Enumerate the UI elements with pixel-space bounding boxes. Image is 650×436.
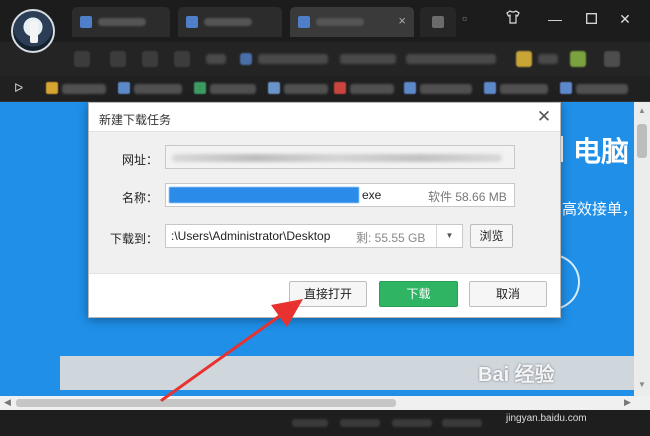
- browser-tab[interactable]: [178, 7, 282, 37]
- bookmark-favicon-icon: [194, 82, 206, 94]
- address-bar-blurred[interactable]: [258, 54, 328, 64]
- bookmark-item[interactable]: [576, 84, 628, 94]
- bookmark-item[interactable]: [62, 84, 106, 94]
- tab-title-blurred: [316, 18, 364, 26]
- tab-favicon-icon: [80, 16, 92, 28]
- watermark-url: jingyan.baidu.com: [506, 413, 587, 424]
- filename-extension: exe: [362, 188, 382, 202]
- new-tab-icon[interactable]: ▫: [462, 10, 467, 26]
- tab-title-blurred: [98, 18, 146, 26]
- dialog-title: 新建下载任务: [99, 113, 172, 127]
- vertical-scroll-thumb[interactable]: [637, 124, 647, 158]
- bookmark-item[interactable]: [210, 84, 256, 94]
- bookmark-favicon-icon: [560, 82, 572, 94]
- horizontal-scrollbar[interactable]: ◀ ▶: [0, 396, 650, 410]
- status-item-blurred: [292, 419, 328, 427]
- download-button[interactable]: 下载: [379, 281, 458, 307]
- extension-icon[interactable]: [516, 51, 532, 67]
- window-close-icon[interactable]: ✕: [616, 10, 634, 28]
- vertical-scrollbar[interactable]: ▲ ▼: [634, 102, 650, 396]
- file-type-size: 软件 58.66 MB: [428, 190, 507, 204]
- toolbar-blurred: [538, 54, 558, 64]
- free-space-value: 剩: 55.55 GB: [356, 231, 426, 245]
- bookmark-item[interactable]: [134, 84, 182, 94]
- watermark-logo: Bai 经验: [478, 364, 555, 386]
- bookmarks-bar: ᐅ: [0, 76, 650, 102]
- home-icon[interactable]: [174, 51, 190, 67]
- tab-title-blurred: [204, 18, 252, 26]
- open-directly-button[interactable]: 直接打开: [289, 281, 367, 307]
- page-subtitle: 高效接单，: [562, 201, 634, 218]
- bookmark-favicon-icon: [484, 82, 496, 94]
- bookmark-item[interactable]: [500, 84, 548, 94]
- address-bar-blurred[interactable]: [406, 54, 496, 64]
- bookmark-favicon-icon: [268, 82, 280, 94]
- back-icon[interactable]: [74, 51, 90, 67]
- menu-icon[interactable]: [604, 51, 620, 67]
- bookmark-favicon-icon: [334, 82, 346, 94]
- close-icon[interactable]: ✕: [535, 108, 553, 126]
- shirt-icon[interactable]: [504, 10, 522, 28]
- chevron-down-icon[interactable]: ▼: [436, 225, 462, 247]
- forward-icon[interactable]: [110, 51, 126, 67]
- url-field[interactable]: [165, 145, 515, 169]
- cancel-button[interactable]: 取消: [469, 281, 547, 307]
- address-bar-blurred[interactable]: [340, 54, 396, 64]
- browser-toolbar: [0, 42, 650, 76]
- minimize-icon[interactable]: —: [546, 10, 564, 28]
- page-heading: 电脑: [558, 130, 629, 170]
- save-path-combobox[interactable]: :\Users\Administrator\Desktop 剩: 55.55 G…: [165, 224, 463, 248]
- url-value-blurred: [172, 154, 502, 162]
- name-label: 名称：: [122, 191, 159, 205]
- tab-favicon-icon: [186, 16, 198, 28]
- browser-tab[interactable]: [72, 7, 170, 37]
- extension-icon[interactable]: [570, 51, 586, 67]
- user-avatar[interactable]: [11, 9, 55, 53]
- browser-titlebar: × ▫ — ✕: [0, 0, 650, 42]
- scroll-left-icon[interactable]: ◀: [4, 397, 11, 408]
- maximize-icon[interactable]: [582, 10, 600, 28]
- tab-favicon-icon: [432, 16, 444, 28]
- tab-favicon-icon: [298, 16, 310, 28]
- tab-close-icon[interactable]: ×: [398, 13, 406, 29]
- scroll-right-icon[interactable]: ▶: [624, 397, 631, 408]
- bookmark-item[interactable]: [284, 84, 328, 94]
- browser-tab[interactable]: [420, 7, 456, 37]
- scroll-down-icon[interactable]: ▼: [638, 380, 646, 389]
- filename-field[interactable]: exe 软件 58.66 MB: [165, 183, 515, 207]
- status-item-blurred: [442, 419, 482, 427]
- bookmark-favicon-icon: [118, 82, 130, 94]
- scroll-up-icon[interactable]: ▲: [638, 106, 646, 115]
- url-label: 网址：: [122, 153, 159, 167]
- dialog-body: 网址： 名称： exe 软件 58.66 MB 下载到： :\Users\Adm…: [89, 131, 560, 274]
- bookmark-item[interactable]: [420, 84, 472, 94]
- horizontal-scroll-thumb[interactable]: [16, 399, 396, 407]
- bookmark-favicon-icon: [46, 82, 58, 94]
- save-path-value: :\Users\Administrator\Desktop: [171, 229, 331, 243]
- browse-button[interactable]: 浏览: [470, 224, 513, 248]
- filename-selection: [169, 187, 359, 203]
- status-item-blurred: [340, 419, 380, 427]
- bookmark-item[interactable]: [350, 84, 394, 94]
- play-icon[interactable]: ᐅ: [14, 81, 23, 95]
- browser-tab-active[interactable]: ×: [290, 7, 414, 37]
- status-item-blurred: [392, 419, 432, 427]
- toolbar-blurred: [206, 54, 226, 64]
- refresh-icon[interactable]: [142, 51, 158, 67]
- save-to-label: 下载到：: [110, 232, 159, 246]
- bookmark-favicon-icon: [404, 82, 416, 94]
- new-download-dialog: 新建下载任务 ✕ 网址： 名称： exe 软件 58.66 MB 下载到： :\…: [88, 102, 561, 318]
- address-favicon-icon: [240, 53, 252, 65]
